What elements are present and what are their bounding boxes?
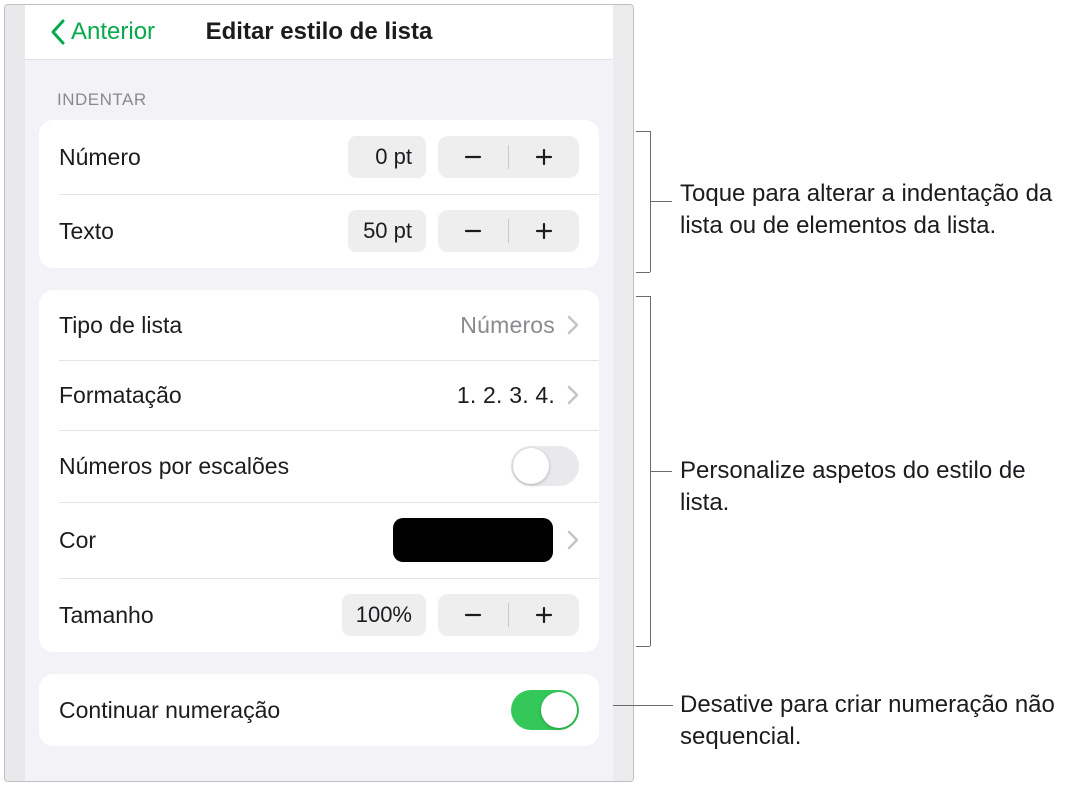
- tiered-toggle[interactable]: [511, 446, 579, 486]
- indent-number-stepper: [438, 136, 579, 178]
- color-row[interactable]: Cor: [39, 502, 599, 578]
- minus-icon: [463, 221, 483, 241]
- chevron-left-icon: [49, 18, 67, 46]
- indent-text-plus[interactable]: [509, 210, 579, 252]
- callout-tick: [636, 646, 650, 647]
- plus-icon: [534, 147, 554, 167]
- indent-number-plus[interactable]: [509, 136, 579, 178]
- indent-number-minus[interactable]: [438, 136, 508, 178]
- callout-connector: [650, 201, 672, 202]
- format-value: 1. 2. 3. 4.: [457, 382, 555, 409]
- callout-tick: [636, 272, 650, 273]
- customize-card: Tipo de lista Números Formatação 1. 2. 3…: [39, 290, 599, 652]
- indent-number-label: Número: [59, 144, 348, 171]
- page-title: Editar estilo de lista: [206, 18, 433, 46]
- size-label: Tamanho: [59, 602, 342, 629]
- continue-row: Continuar numeração: [39, 674, 599, 746]
- callout-tick: [636, 296, 650, 297]
- indent-number-row: Número 0 pt: [39, 120, 599, 194]
- callout-continue-text: Desative para criar numeração não sequen…: [680, 689, 1090, 754]
- color-label: Cor: [59, 527, 393, 554]
- size-plus[interactable]: [509, 594, 579, 636]
- callout-connector: [650, 471, 672, 472]
- indent-card: Número 0 pt Texto 50 pt: [39, 120, 599, 268]
- list-type-label: Tipo de lista: [59, 312, 460, 339]
- back-button[interactable]: Anterior: [49, 18, 155, 46]
- panel-edge-right: [613, 5, 633, 781]
- color-swatch: [393, 518, 553, 562]
- continue-toggle[interactable]: [511, 690, 579, 730]
- format-label: Formatação: [59, 382, 457, 409]
- tiered-row: Números por escalões: [39, 430, 599, 502]
- indent-text-minus[interactable]: [438, 210, 508, 252]
- chevron-right-icon: [567, 385, 579, 405]
- tiered-label: Números por escalões: [59, 453, 511, 480]
- minus-icon: [463, 147, 483, 167]
- indent-text-label: Texto: [59, 218, 348, 245]
- toggle-knob: [541, 692, 577, 728]
- settings-panel: Anterior Editar estilo de lista INDENTAR…: [4, 4, 634, 782]
- list-type-row[interactable]: Tipo de lista Números: [39, 290, 599, 360]
- indent-text-row: Texto 50 pt: [39, 194, 599, 268]
- indent-number-value[interactable]: 0 pt: [348, 136, 426, 178]
- chevron-right-icon: [567, 530, 579, 550]
- indent-text-stepper: [438, 210, 579, 252]
- continue-label: Continuar numeração: [59, 697, 511, 724]
- callout-indent-text: Toque para alterar a indentação da lista…: [680, 178, 1080, 243]
- callout-customize-text: Personalize aspetos do estilo de lista.: [680, 455, 1080, 520]
- plus-icon: [534, 221, 554, 241]
- format-row[interactable]: Formatação 1. 2. 3. 4.: [39, 360, 599, 430]
- size-value[interactable]: 100%: [342, 594, 426, 636]
- size-minus[interactable]: [438, 594, 508, 636]
- panel-edge-left: [5, 5, 25, 781]
- indent-section-header: INDENTAR: [39, 70, 599, 120]
- list-type-value: Números: [460, 312, 555, 339]
- panel-header: Anterior Editar estilo de lista: [25, 5, 613, 60]
- chevron-right-icon: [567, 315, 579, 335]
- minus-icon: [463, 605, 483, 625]
- callout-tick: [636, 131, 650, 132]
- panel-body: INDENTAR Número 0 pt Texto 50 pt: [25, 60, 613, 781]
- plus-icon: [534, 605, 554, 625]
- indent-text-value[interactable]: 50 pt: [348, 210, 426, 252]
- size-stepper: [438, 594, 579, 636]
- continue-card: Continuar numeração: [39, 674, 599, 746]
- back-label: Anterior: [71, 18, 155, 46]
- toggle-knob: [513, 448, 549, 484]
- size-row: Tamanho 100%: [39, 578, 599, 652]
